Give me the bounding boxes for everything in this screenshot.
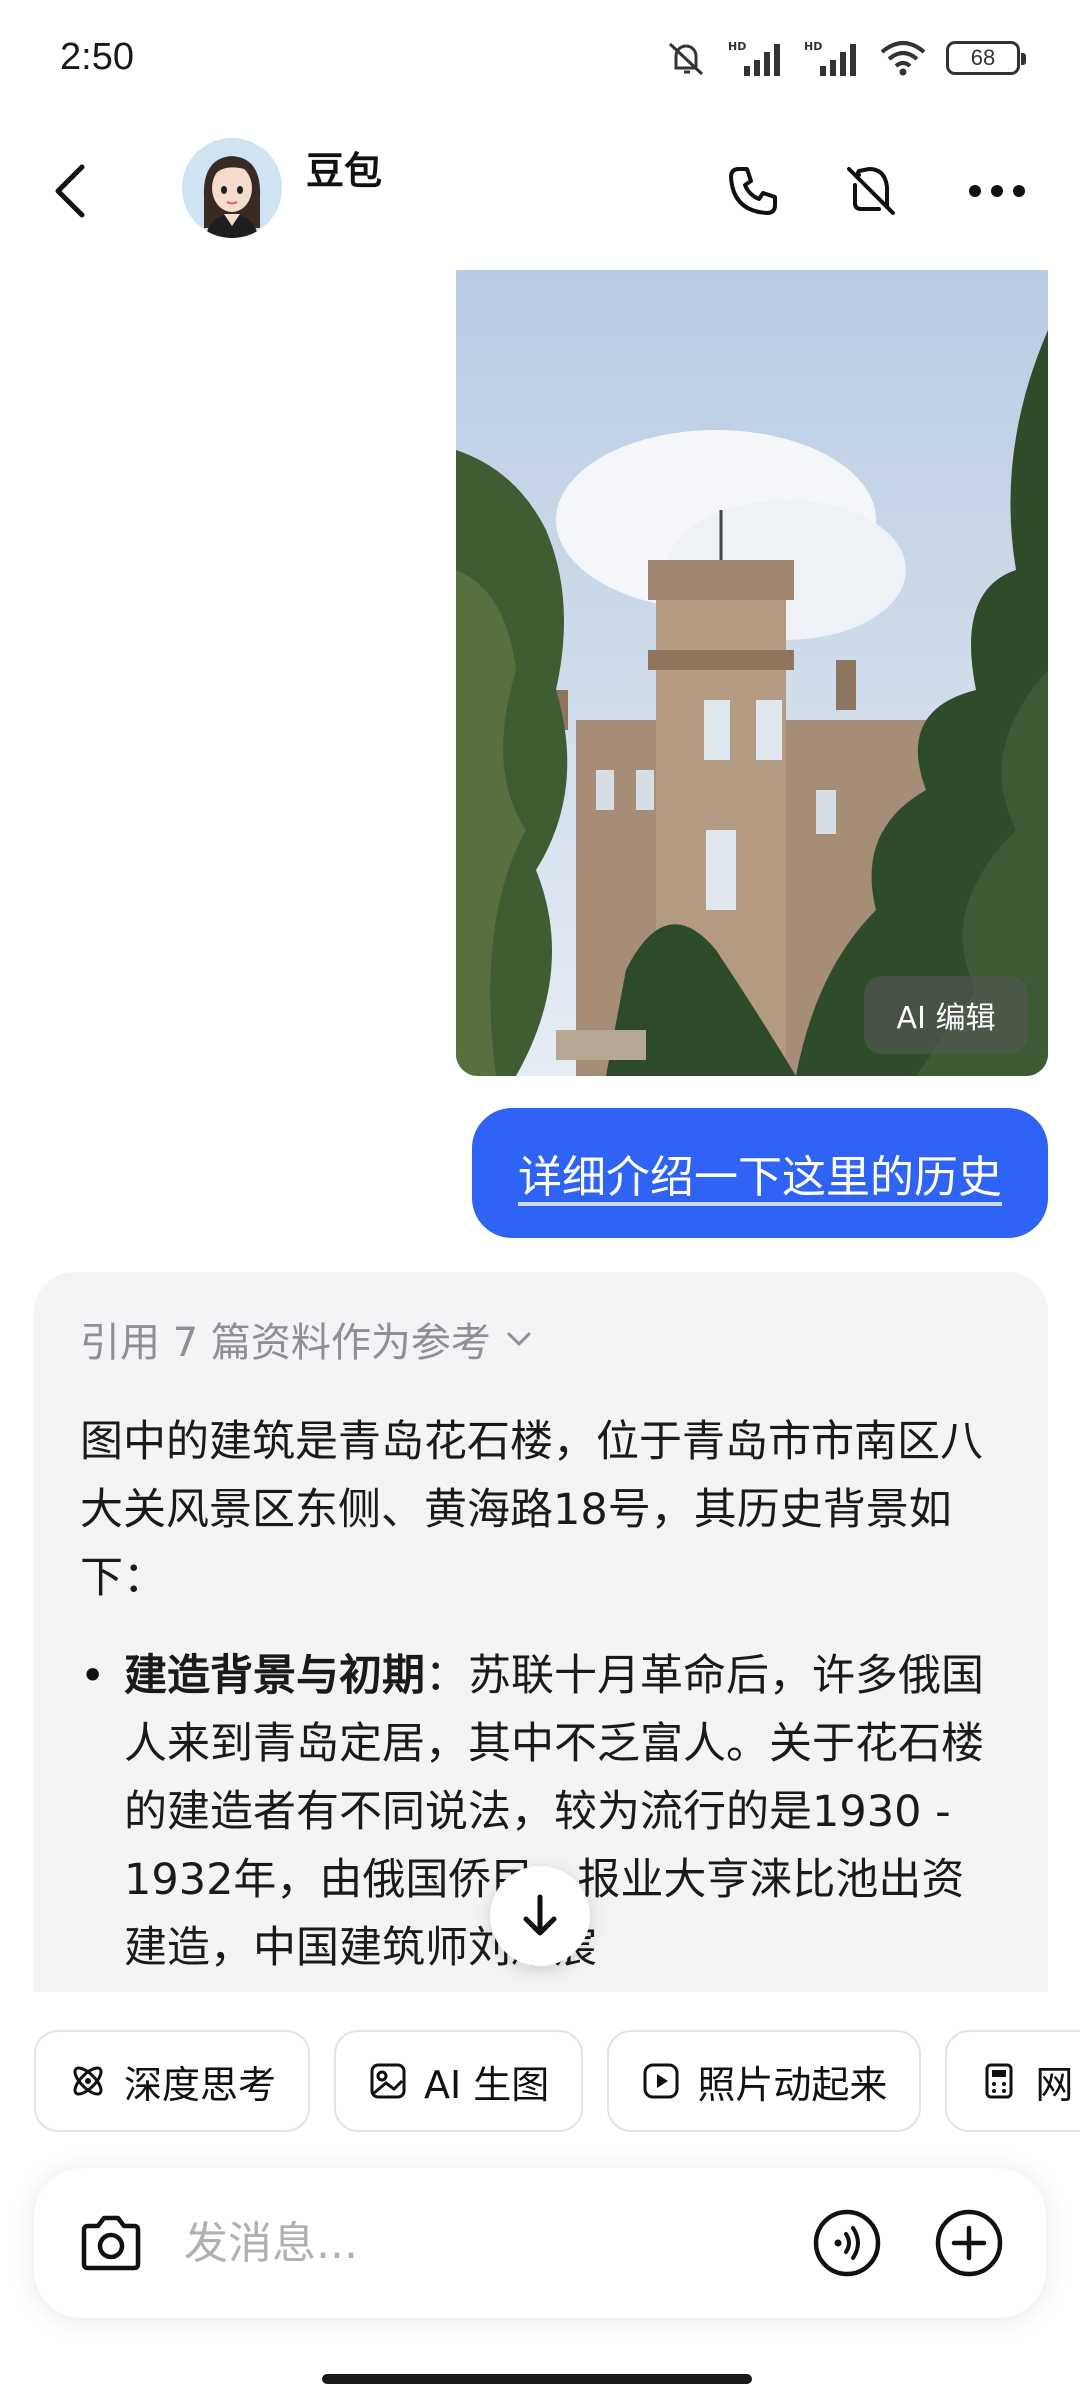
arrow-down-icon — [523, 1894, 557, 1936]
plus-icon — [935, 2209, 1003, 2277]
ai-edit-button[interactable]: AI 编辑 — [864, 976, 1028, 1054]
speaker-mute-icon — [847, 166, 895, 215]
chat-header: 豆包 — [0, 126, 1080, 258]
chip-ai-image[interactable]: AI 生图 — [334, 2030, 584, 2132]
references-label: 引用 7 篇资料作为参考 — [80, 1320, 491, 1366]
chat-title: 豆包 — [306, 149, 383, 193]
message-input[interactable] — [184, 2206, 784, 2280]
home-indicator[interactable] — [322, 2374, 752, 2384]
status-bar: 2:50 HD HD 68 — [0, 0, 1080, 126]
hd-signal-icon: HD — [804, 40, 856, 76]
plus-button[interactable] — [932, 2206, 1006, 2280]
avatar[interactable] — [182, 138, 282, 238]
battery-level: 68 — [970, 45, 996, 70]
user-message-bubble[interactable]: 详细介绍一下这里的历史 — [472, 1108, 1048, 1238]
status-time: 2:50 — [60, 36, 134, 78]
voice-wave-icon — [813, 2209, 881, 2277]
bullet-dot: • — [80, 1651, 106, 1701]
bullet-title: 建造背景与初期 — [124, 1651, 425, 1701]
chip-web[interactable]: 网 — [945, 2030, 1080, 2132]
more-button[interactable] — [962, 156, 1032, 226]
user-message-text: 详细介绍一下这里的历史 — [518, 1152, 1002, 1203]
chip-label: 深度思考 — [124, 2062, 277, 2107]
chevron-down-icon — [507, 1332, 531, 1346]
chip-deep-thinking[interactable]: 深度思考 — [34, 2030, 311, 2132]
scroll-to-bottom-button[interactable] — [490, 1866, 590, 1966]
image-icon — [370, 2063, 406, 2099]
play-icon — [643, 2063, 679, 2099]
mute-speaker-button[interactable] — [836, 156, 906, 226]
quick-actions: 深度思考 AI 生图 照片动起来 网 — [34, 2030, 1080, 2132]
status-icons: HD HD 68 — [664, 38, 1026, 78]
chip-label: 网 — [1035, 2062, 1074, 2107]
phone-icon — [729, 167, 777, 215]
chip-animate-photo[interactable]: 照片动起来 — [607, 2030, 922, 2132]
sent-photo[interactable]: AI 编辑 — [456, 270, 1048, 1076]
bottom-panel: 深度思考 AI 生图 照片动起来 网 — [0, 1992, 1080, 2400]
chip-label: AI 生图 — [424, 2062, 550, 2107]
references-toggle[interactable]: 引用 7 篇资料作为参考 — [80, 1310, 1002, 1368]
atom-icon — [73, 2066, 103, 2096]
svg-text:HD: HD — [728, 40, 746, 53]
back-button[interactable] — [40, 156, 100, 226]
wifi-icon — [880, 41, 926, 76]
reply-paragraph: 图中的建筑是青岛花石楼，位于青岛市市南区八大关风景区东侧、黄海路18号，其历史背… — [80, 1417, 983, 1603]
hd-signal-icon: HD — [728, 40, 780, 76]
battery-icon: 68 — [946, 41, 1026, 75]
mute-icon — [668, 42, 704, 76]
camera-icon — [81, 2215, 141, 2271]
castle-photo — [456, 270, 1048, 1076]
back-icon — [55, 164, 85, 218]
call-button[interactable] — [718, 156, 788, 226]
svg-text:HD: HD — [804, 40, 822, 53]
message-composer — [34, 2168, 1046, 2318]
more-icon — [969, 185, 1025, 197]
calculator-icon — [985, 2063, 1013, 2099]
chip-label: 照片动起来 — [697, 2062, 888, 2107]
voice-button[interactable] — [810, 2206, 884, 2280]
camera-button[interactable] — [74, 2206, 148, 2280]
avatar-illustration — [182, 138, 282, 238]
